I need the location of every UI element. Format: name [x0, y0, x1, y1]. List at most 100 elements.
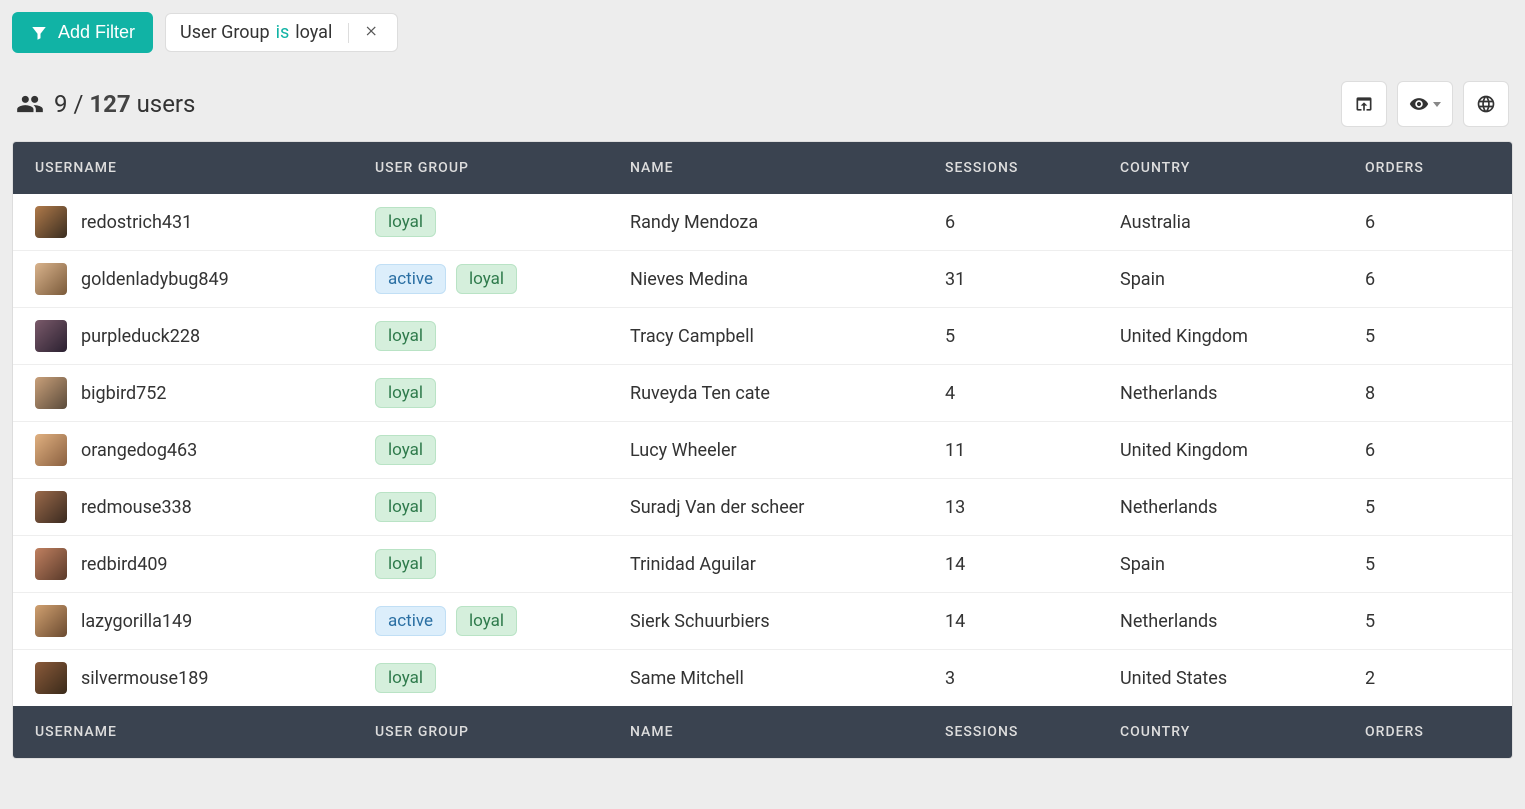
table-row[interactable]: redmouse338 loyal Suradj Van der scheer13N… [13, 478, 1512, 535]
th-country[interactable]: COUNTRY [1120, 160, 1365, 176]
avatar [35, 206, 67, 238]
cell-orders: 8 [1365, 383, 1490, 404]
tf-country: COUNTRY [1120, 724, 1365, 740]
close-icon [365, 24, 379, 38]
table-footer: USERNAME USER GROUP NAME SESSIONS COUNTR… [13, 706, 1512, 758]
chevron-down-icon [1433, 102, 1441, 107]
cell-sessions: 4 [945, 383, 1120, 404]
username-text: purpleduck228 [81, 326, 200, 347]
tag-loyal: loyal [375, 492, 436, 522]
cell-country: United Kingdom [1120, 440, 1365, 461]
cell-user-group: active loyal [375, 264, 630, 294]
cell-user-group: activeloyal [375, 606, 630, 636]
cell-username: orangedog463 [35, 434, 375, 466]
username-text: redostrich431 [81, 212, 192, 233]
th-user-group[interactable]: USER GROUP [375, 160, 630, 176]
filter-chip-value: loyal [295, 22, 332, 43]
table-row[interactable]: bigbird752loyalRuveyda Ten cate4Netherla… [13, 364, 1512, 421]
cell-sessions: 31 [945, 269, 1120, 290]
tag-loyal: loyal [375, 549, 436, 579]
avatar [35, 377, 67, 409]
globe-icon [1476, 94, 1496, 114]
filter-chip-divider [348, 23, 349, 43]
cell-username: redostrich431 [35, 206, 375, 238]
export-button[interactable] [1341, 81, 1387, 127]
filter-chip-remove[interactable] [361, 22, 383, 43]
cell-name: Lucy Wheeler [630, 440, 945, 461]
cell-name: Nieves Medina [630, 269, 945, 290]
cell-username: redmouse338 [35, 491, 375, 523]
summary-actions [1341, 81, 1509, 127]
filter-chip-operator: is [276, 22, 290, 43]
cell-user-group: loyal [375, 492, 630, 522]
cell-user-group: loyal [375, 663, 630, 693]
cell-name: Randy Mendoza [630, 212, 945, 233]
username-text: goldenladybug849 [81, 269, 229, 290]
avatar [35, 263, 67, 295]
cell-username: goldenladybug849 [35, 263, 375, 295]
th-name[interactable]: NAME [630, 160, 945, 176]
cell-sessions: 5 [945, 326, 1120, 347]
open-in-browser-icon [1354, 94, 1374, 114]
tag-loyal: loyal [456, 606, 517, 636]
cell-sessions: 13 [945, 497, 1120, 518]
cell-orders: 6 [1365, 440, 1490, 461]
username-text: orangedog463 [81, 440, 197, 461]
cell-country: Netherlands [1120, 497, 1365, 518]
cell-name: Tracy Campbell [630, 326, 945, 347]
tf-user-group: USER GROUP [375, 724, 630, 740]
cell-user-group: loyal [375, 435, 630, 465]
add-filter-label: Add Filter [58, 22, 135, 43]
filtered-count: 9 [54, 90, 68, 118]
tag-loyal: loyal [375, 663, 436, 693]
table-row[interactable]: goldenladybug849 active loyal Nieves Medina… [13, 250, 1512, 307]
avatar [35, 605, 67, 637]
cell-name: Same Mitchell [630, 668, 945, 689]
tag-loyal: loyal [375, 435, 436, 465]
avatar [35, 548, 67, 580]
cell-username: bigbird752 [35, 377, 375, 409]
cell-sessions: 14 [945, 611, 1120, 632]
summary-label: users [137, 90, 196, 118]
table-row[interactable]: lazygorilla149activeloyalSierk Schuurbie… [13, 592, 1512, 649]
avatar [35, 662, 67, 694]
cell-orders: 2 [1365, 668, 1490, 689]
cell-user-group: loyal [375, 321, 630, 351]
username-text: lazygorilla149 [81, 611, 192, 632]
tag-active: active [375, 264, 446, 294]
cell-sessions: 14 [945, 554, 1120, 575]
cell-country: United Kingdom [1120, 326, 1365, 347]
cell-user-group: loyal [375, 378, 630, 408]
tag-loyal: loyal [456, 264, 517, 294]
cell-country: Australia [1120, 212, 1365, 233]
cell-country: Netherlands [1120, 611, 1365, 632]
summary-row: 9 / 127 users [12, 81, 1513, 127]
th-sessions[interactable]: SESSIONS [945, 160, 1120, 176]
table-row[interactable]: purpleduck228loyalTracy Campbell5United … [13, 307, 1512, 364]
table-row[interactable]: orangedog463 loyal Lucy Wheeler11United Ki… [13, 421, 1512, 478]
tag-loyal: loyal [375, 321, 436, 351]
th-username[interactable]: USERNAME [35, 160, 375, 176]
table-row[interactable]: silvermouse189loyalSame Mitchell3United … [13, 649, 1512, 706]
visibility-button[interactable] [1397, 81, 1453, 127]
table-row[interactable]: redbird409loyalTrinidad Aguilar14Spain5 [13, 535, 1512, 592]
table-header: USERNAME USER GROUP NAME SESSIONS COUNTR… [13, 142, 1512, 194]
table-row[interactable]: redostrich431loyalRandy Mendoza6Australi… [13, 194, 1512, 250]
cell-name: Suradj Van der scheer [630, 497, 945, 518]
cell-orders: 5 [1365, 554, 1490, 575]
filter-chip-user-group[interactable]: User Group is loyal [165, 13, 398, 52]
add-filter-button[interactable]: Add Filter [12, 12, 153, 53]
cell-orders: 6 [1365, 212, 1490, 233]
globe-button[interactable] [1463, 81, 1509, 127]
username-text: redmouse338 [81, 497, 192, 518]
cell-sessions: 11 [945, 440, 1120, 461]
cell-orders: 5 [1365, 326, 1490, 347]
th-orders[interactable]: ORDERS [1365, 160, 1490, 176]
total-count: 127 [89, 90, 130, 118]
cell-sessions: 3 [945, 668, 1120, 689]
filter-icon [30, 24, 48, 42]
avatar [35, 491, 67, 523]
cell-sessions: 6 [945, 212, 1120, 233]
cell-orders: 5 [1365, 497, 1490, 518]
cell-name: Trinidad Aguilar [630, 554, 945, 575]
